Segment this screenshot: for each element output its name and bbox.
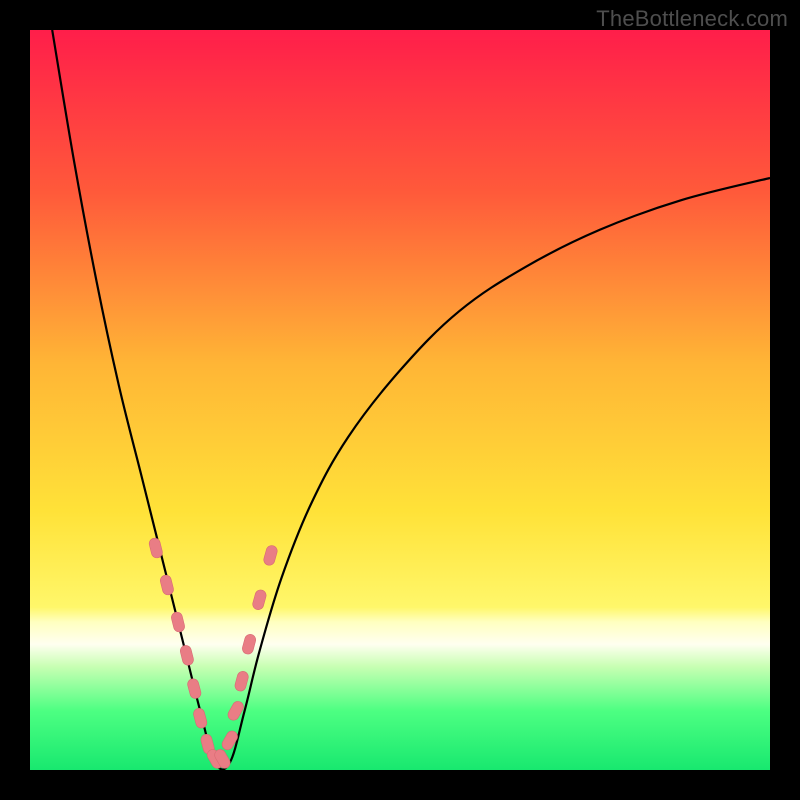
outer-frame: TheBottleneck.com xyxy=(0,0,800,800)
curve-marker xyxy=(263,544,279,566)
curve-marker xyxy=(159,574,175,596)
curve-marker xyxy=(241,633,257,655)
watermark-text: TheBottleneck.com xyxy=(596,6,788,32)
curve-marker xyxy=(179,644,195,666)
plot-area xyxy=(30,30,770,770)
curve-marker xyxy=(186,678,202,700)
curve-marker xyxy=(192,707,208,729)
curve-marker xyxy=(148,537,164,559)
bottleneck-curve xyxy=(52,30,770,770)
curve-marker xyxy=(170,611,186,633)
curve-marker xyxy=(251,589,267,611)
chart-svg xyxy=(30,30,770,770)
curve-marker xyxy=(234,670,250,692)
